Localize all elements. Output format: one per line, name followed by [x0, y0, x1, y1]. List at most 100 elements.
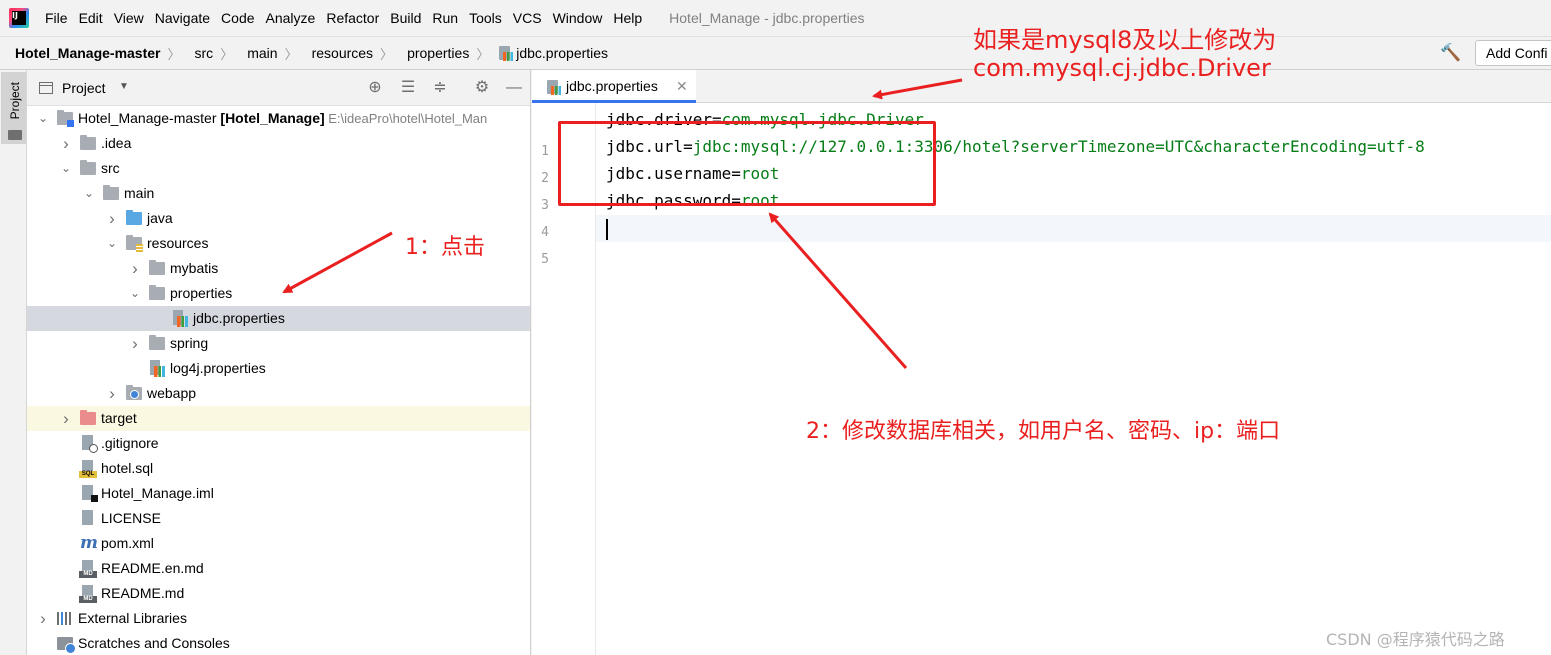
tree-item-label: .gitignore — [101, 431, 159, 456]
chevron-down-icon[interactable]: ▼ — [119, 81, 129, 92]
expand-all-icon[interactable]: ☰ — [399, 79, 417, 97]
tree-item-label: target — [101, 406, 137, 431]
tree-item[interactable]: › External Libraries — [27, 606, 530, 631]
tree-item[interactable]: › .idea — [27, 131, 530, 156]
menu-navigate[interactable]: Navigate — [155, 10, 210, 26]
menu-analyze[interactable]: Analyze — [266, 10, 316, 26]
build-hammer-icon[interactable]: 🔨 — [1440, 44, 1461, 62]
chevron-right-icon[interactable]: › — [59, 131, 73, 156]
properties-file-icon — [149, 360, 165, 377]
tree-item[interactable]: › target — [27, 406, 530, 431]
project-panel-title[interactable]: Project — [62, 80, 106, 96]
collapse-all-icon[interactable]: ≑ — [431, 79, 449, 97]
chevron-right-icon[interactable]: › — [128, 331, 142, 356]
project-tool-window-tab[interactable]: Project — [1, 72, 26, 144]
gitignore-file-icon — [80, 435, 98, 453]
breadcrumb-main[interactable]: main — [247, 45, 277, 61]
chevron-right-icon[interactable]: › — [128, 256, 142, 281]
project-view-icon — [39, 82, 53, 94]
property-value: root — [740, 191, 780, 210]
property-key: jdbc.driver — [606, 110, 712, 129]
breadcrumb-src[interactable]: src — [195, 45, 214, 61]
code-line[interactable]: jdbc.username=root — [606, 160, 779, 187]
code-line[interactable]: jdbc.url=jdbc:mysql://127.0.0.1:3306/hot… — [606, 133, 1425, 160]
menu-code[interactable]: Code — [221, 10, 254, 26]
tree-item[interactable]: ⌄ properties — [27, 281, 530, 306]
chevron-right-icon[interactable]: › — [36, 606, 50, 631]
property-value: root — [740, 164, 780, 183]
tab-jdbc-properties[interactable]: jdbc.properties ✕ — [532, 70, 696, 103]
add-configuration-button[interactable]: Add Confi — [1475, 40, 1551, 66]
close-icon[interactable]: ✕ — [676, 78, 688, 95]
menu-window[interactable]: Window — [553, 10, 603, 26]
chevron-down-icon[interactable]: ⌄ — [82, 181, 96, 206]
menu-edit[interactable]: Edit — [79, 10, 103, 26]
chevron-down-icon[interactable]: ⌄ — [36, 106, 50, 131]
chevron-down-icon[interactable]: ⌄ — [105, 231, 119, 256]
locate-file-icon[interactable]: ⊕ — [366, 79, 384, 97]
line-number: 4 — [541, 225, 549, 240]
breadcrumb-project[interactable]: Hotel_Manage-master — [15, 45, 161, 61]
tree-item[interactable]: › spring — [27, 331, 530, 356]
tree-item[interactable]: Hotel_Manage.iml — [27, 481, 530, 506]
tree-item[interactable]: Scratches and Consoles — [27, 631, 530, 655]
tree-item[interactable]: m pom.xml — [27, 531, 530, 556]
equals-sign: = — [683, 137, 693, 156]
tree-item[interactable]: ⌄ main — [27, 181, 530, 206]
tree-item[interactable]: › webapp — [27, 381, 530, 406]
properties-file-icon — [172, 310, 188, 327]
chevron-down-icon[interactable]: ⌄ — [59, 156, 73, 181]
text-file-icon — [80, 510, 96, 525]
menu-build[interactable]: Build — [390, 10, 421, 26]
line-number: 3 — [541, 198, 549, 213]
tree-item-text: java — [147, 210, 173, 226]
chevron-right-icon[interactable]: › — [105, 381, 119, 406]
property-value: com.mysql.jdbc.Driver — [721, 110, 924, 129]
menu-tools[interactable]: Tools — [469, 10, 502, 26]
chevron-right-icon[interactable]: › — [105, 206, 119, 231]
chevron-right-icon[interactable]: › — [59, 406, 73, 431]
tree-item-label: jdbc.properties — [193, 306, 285, 331]
tree-item[interactable]: README.md — [27, 581, 530, 606]
breadcrumb-file-label: jdbc.properties — [516, 45, 609, 61]
tree-item-label: src — [101, 156, 120, 181]
tree-item[interactable]: LICENSE — [27, 506, 530, 531]
folder-icon — [80, 160, 96, 175]
tree-item[interactable]: README.en.md — [27, 556, 530, 581]
tree-item-text: spring — [170, 335, 209, 351]
menu-refactor[interactable]: Refactor — [326, 10, 379, 26]
menu-run[interactable]: Run — [432, 10, 458, 26]
tree-item[interactable]: › mybatis — [27, 256, 530, 281]
tree-item[interactable]: ⌄ resources — [27, 231, 530, 256]
code-line[interactable]: jdbc.driver=com.mysql.jdbc.Driver — [606, 106, 924, 133]
breadcrumb-file[interactable]: jdbc.properties — [497, 45, 608, 61]
hide-panel-icon[interactable]: — — [505, 79, 523, 97]
tree-item-text: properties — [170, 285, 233, 301]
path-hint: E:\ideaPro\hotel\Hotel_Man — [328, 111, 488, 126]
tree-item-text: .idea — [101, 135, 132, 151]
menu-vcs[interactable]: VCS — [513, 10, 542, 26]
tree-item-text: jdbc.properties — [193, 310, 285, 326]
breadcrumb-properties[interactable]: properties — [407, 45, 469, 61]
tree-item[interactable]: ⌄ Hotel_Manage-master [Hotel_Manage] E:\i… — [27, 106, 530, 131]
tree-item[interactable]: .gitignore — [27, 431, 530, 456]
menu-help[interactable]: Help — [613, 10, 642, 26]
tree-item-label: Scratches and Consoles — [78, 631, 230, 655]
tree-item[interactable]: jdbc.properties — [27, 306, 530, 331]
gear-icon[interactable]: ⚙ — [473, 79, 491, 97]
tree-item[interactable]: › java — [27, 206, 530, 231]
editor: jdbc.properties ✕ 12345 jdbc.driver=com.… — [532, 70, 1551, 655]
tree-item[interactable]: hotel.sql — [27, 456, 530, 481]
tree-item-text: main — [124, 185, 155, 201]
line-number: 5 — [541, 252, 549, 267]
menu-file[interactable]: File — [45, 10, 68, 26]
menu-view[interactable]: View — [114, 10, 144, 26]
folder-icon — [149, 335, 165, 350]
code-line[interactable]: jdbc.password=root — [606, 187, 779, 214]
tree-item[interactable]: ⌄ src — [27, 156, 530, 181]
breadcrumb-resources[interactable]: resources — [312, 45, 373, 61]
tree-item-text: Hotel_Manage.iml — [101, 485, 214, 501]
chevron-down-icon[interactable]: ⌄ — [128, 281, 142, 306]
tree-item-label: mybatis — [170, 256, 218, 281]
tree-item[interactable]: log4j.properties — [27, 356, 530, 381]
